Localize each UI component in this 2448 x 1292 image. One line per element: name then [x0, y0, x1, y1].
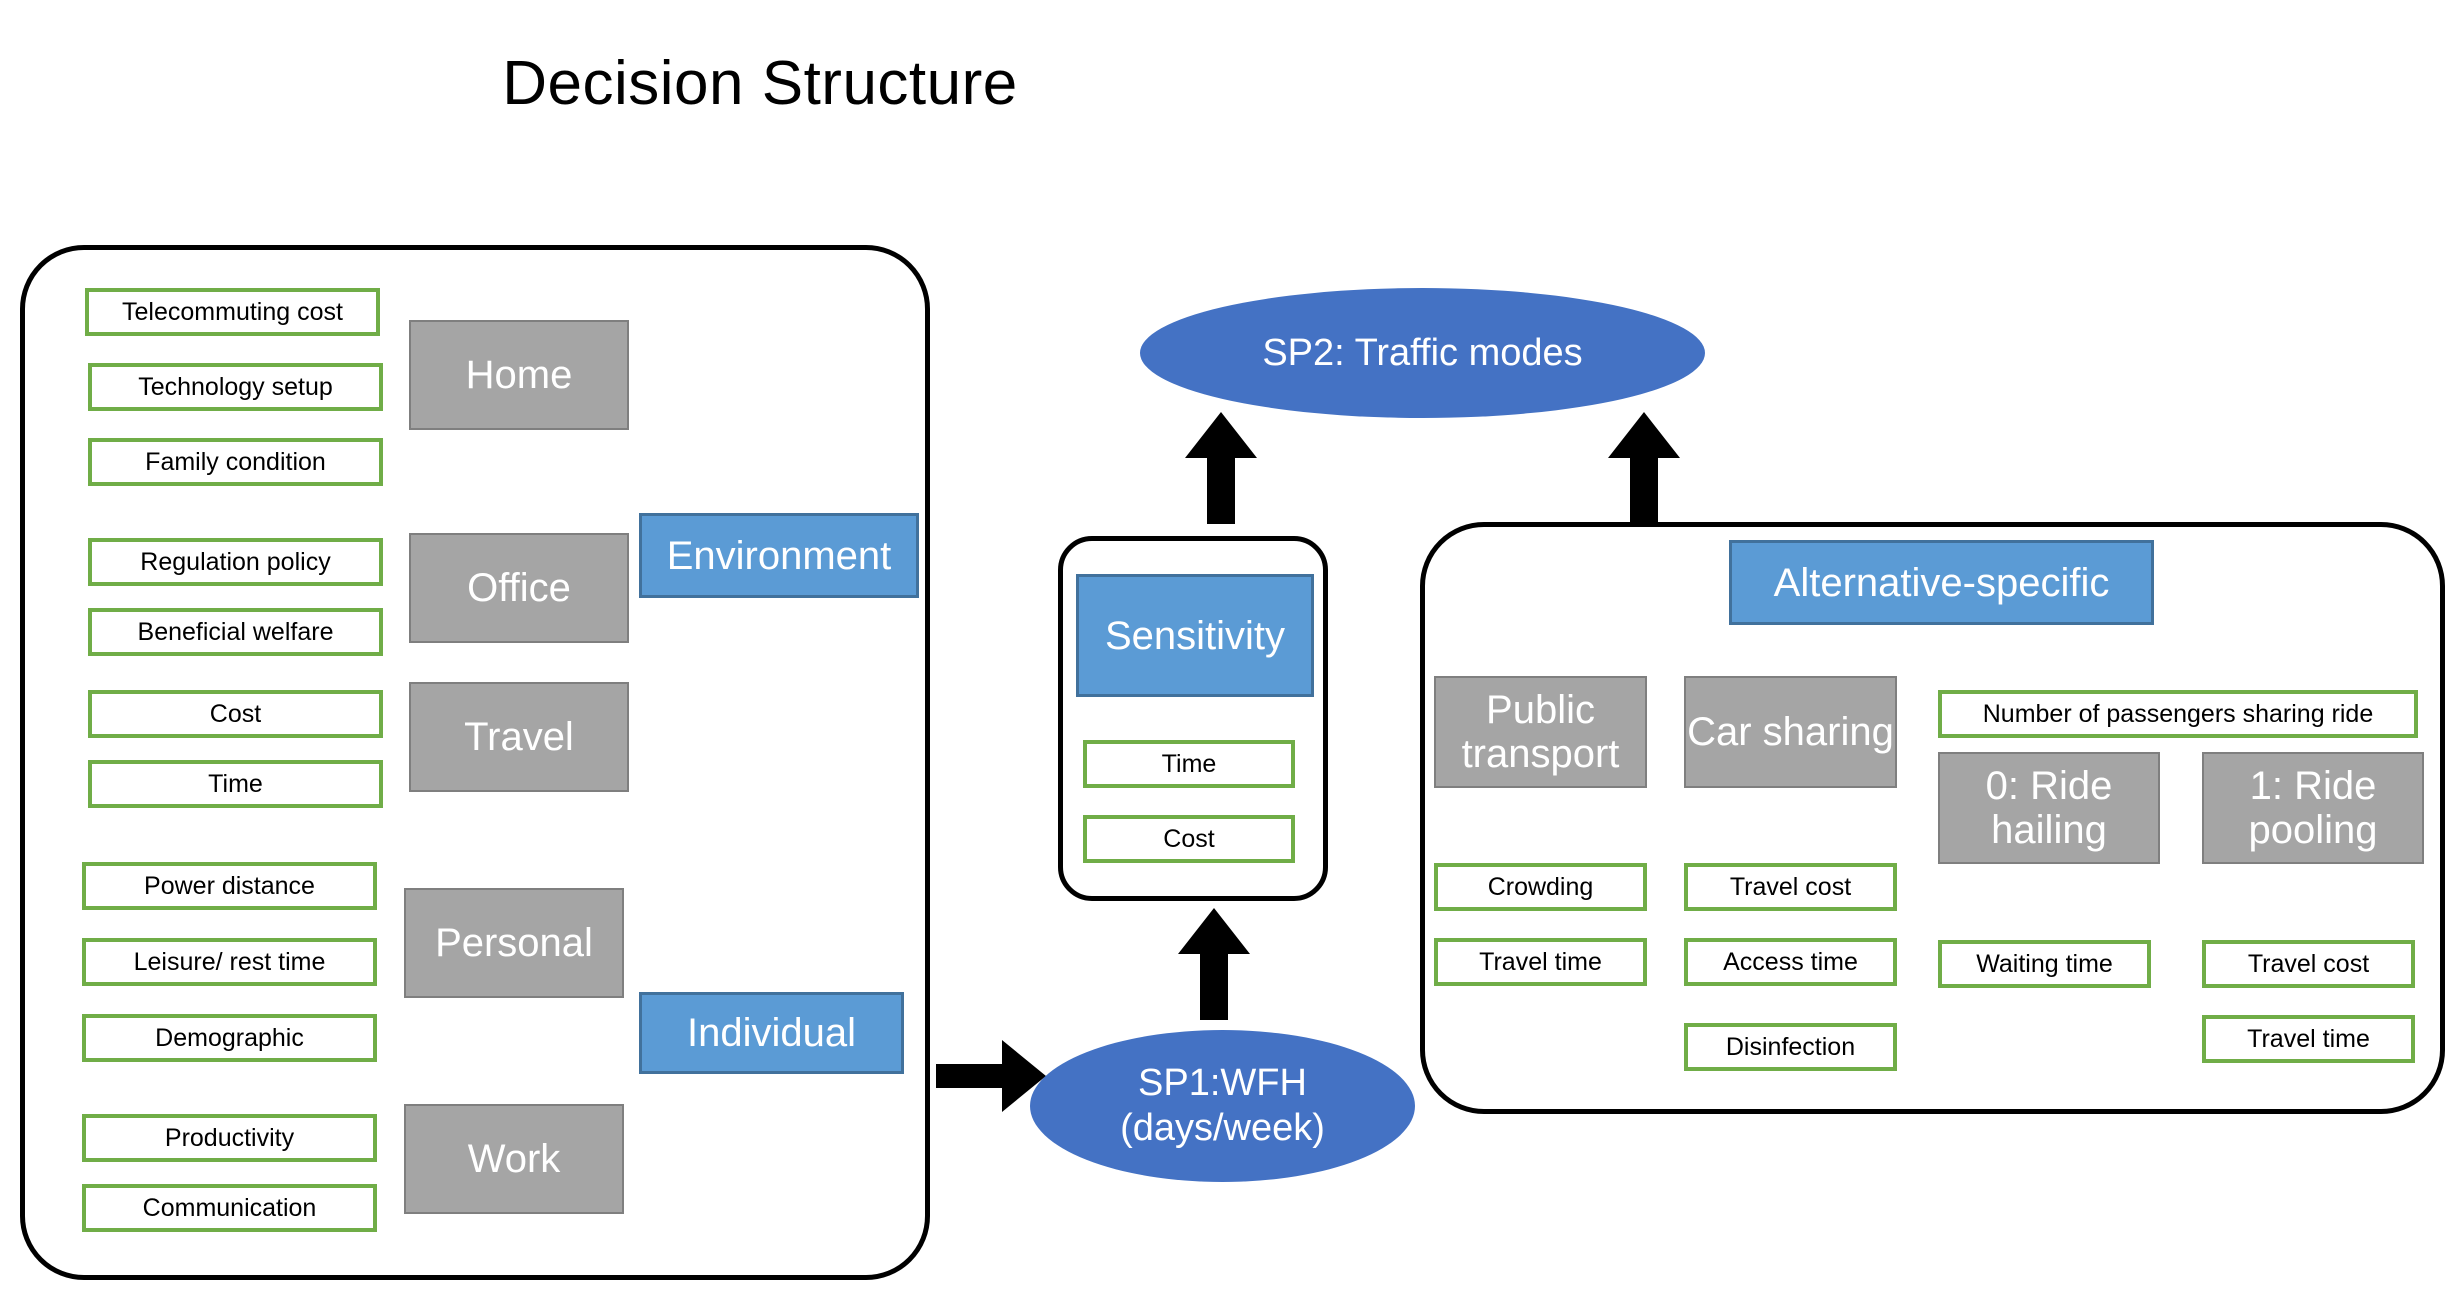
leaf-rh-waiting-time[interactable]: Waiting time — [1938, 940, 2151, 988]
leaf-rp-travel-time[interactable]: Travel time — [2202, 1015, 2415, 1063]
leaf-family-condition[interactable]: Family condition — [88, 438, 383, 486]
header-sensitivity[interactable]: Sensitivity — [1076, 574, 1314, 697]
leaf-cs-disinfection[interactable]: Disinfection — [1684, 1023, 1897, 1071]
arrow-sensitivity-to-sp2 — [1185, 412, 1257, 524]
header-alternative-specific[interactable]: Alternative-specific — [1729, 540, 2154, 625]
grouping-environment[interactable]: Environment — [639, 513, 919, 598]
category-travel[interactable]: Travel — [409, 682, 629, 792]
leaf-travel-cost-left[interactable]: Cost — [88, 690, 383, 738]
leaf-telecommuting-cost[interactable]: Telecommuting cost — [85, 288, 380, 336]
leaf-demographic[interactable]: Demographic — [82, 1014, 377, 1062]
leaf-communication[interactable]: Communication — [82, 1184, 377, 1232]
leaf-rp-travel-cost[interactable]: Travel cost — [2202, 940, 2415, 988]
leaf-number-of-passengers-sharing-ride[interactable]: Number of passengers sharing ride — [1938, 690, 2418, 738]
leaf-pt-travel-time[interactable]: Travel time — [1434, 938, 1647, 986]
leaf-cs-access-time[interactable]: Access time — [1684, 938, 1897, 986]
category-public-transport[interactable]: Public transport — [1434, 676, 1647, 788]
category-office[interactable]: Office — [409, 533, 629, 643]
leaf-regulation-policy[interactable]: Regulation policy — [88, 538, 383, 586]
category-car-sharing[interactable]: Car sharing — [1684, 676, 1897, 788]
leaf-sensitivity-time[interactable]: Time — [1083, 740, 1295, 788]
arrow-alternatives-to-sp2 — [1608, 412, 1680, 524]
arrow-sp1-to-sensitivity — [1178, 908, 1250, 1020]
category-home[interactable]: Home — [409, 320, 629, 430]
leaf-crowding[interactable]: Crowding — [1434, 863, 1647, 911]
category-ride-pooling[interactable]: 1: Ride pooling — [2202, 752, 2424, 864]
node-sp1-line1: SP1:WFH — [1138, 1062, 1307, 1105]
leaf-leisure-rest-time[interactable]: Leisure/ rest time — [82, 938, 377, 986]
page-title: Decision Structure — [502, 49, 1018, 118]
node-sp1-line2: (days/week) — [1120, 1107, 1325, 1149]
category-ride-hailing[interactable]: 0: Ride hailing — [1938, 752, 2160, 864]
leaf-beneficial-welfare[interactable]: Beneficial welfare — [88, 608, 383, 656]
leaf-sensitivity-cost[interactable]: Cost — [1083, 815, 1295, 863]
grouping-individual[interactable]: Individual — [639, 992, 904, 1074]
category-personal[interactable]: Personal — [404, 888, 624, 998]
leaf-productivity[interactable]: Productivity — [82, 1114, 377, 1162]
leaf-cs-travel-cost[interactable]: Travel cost — [1684, 863, 1897, 911]
node-sp1-wfh[interactable]: SP1:WFH (days/week) — [1030, 1030, 1415, 1182]
leaf-power-distance[interactable]: Power distance — [82, 862, 377, 910]
node-sp2-traffic-modes[interactable]: SP2: Traffic modes — [1140, 288, 1705, 418]
diagram-canvas: Decision Structure Telecommuting cost Te… — [0, 0, 2448, 1292]
leaf-travel-time-left[interactable]: Time — [88, 760, 383, 808]
category-work[interactable]: Work — [404, 1104, 624, 1214]
leaf-technology-setup[interactable]: Technology setup — [88, 363, 383, 411]
